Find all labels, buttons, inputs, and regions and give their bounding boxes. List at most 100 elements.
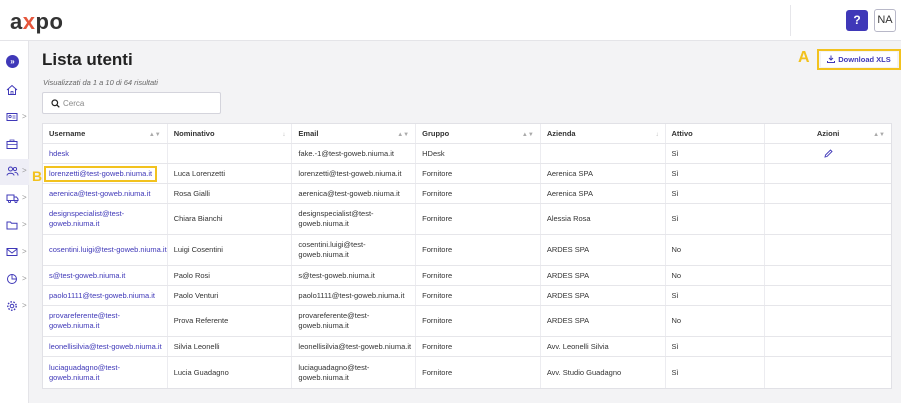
- username-link[interactable]: luciaguadagno@test-goweb.niuma.it: [49, 363, 167, 383]
- sidebar-item-chart[interactable]: >: [0, 267, 29, 293]
- cell-azioni: [765, 164, 891, 183]
- column-header-email[interactable]: Email ▲▼: [292, 124, 417, 143]
- username-link[interactable]: provareferente@test-goweb.niuma.it: [49, 311, 167, 331]
- sidebar-item-briefcase[interactable]: [0, 132, 29, 158]
- id-card-icon: [6, 113, 18, 121]
- cell-text: Fornitore: [422, 270, 453, 280]
- cell-text: Sì: [671, 188, 679, 198]
- cell-username[interactable]: designspecialist@test-goweb.niuma.it: [43, 204, 168, 234]
- cell-text: Sì: [671, 341, 679, 351]
- cell-azienda: Aerenica SPA: [541, 184, 666, 203]
- cell-username[interactable]: hdesk: [43, 144, 168, 163]
- table-row[interactable]: luciaguadagno@test-goweb.niuma.it Lucia G…: [43, 357, 891, 388]
- table-row[interactable]: aerenica@test-goweb.niuma.it Rosa Gialli a…: [43, 184, 891, 204]
- table-row[interactable]: leonellisilvia@test-goweb.niuma.it Silvia…: [43, 337, 891, 357]
- sidebar-item-folder[interactable]: >: [0, 213, 29, 239]
- username-link[interactable]: paolo1111@test-goweb.niuma.it: [49, 291, 155, 301]
- search-input[interactable]: [63, 96, 213, 111]
- cell-text: Fornitore: [422, 316, 453, 325]
- cell-text: luciaguadagno@test-goweb.niuma.it: [298, 362, 370, 382]
- sidebar-item-anagrafiche[interactable]: >: [0, 105, 29, 131]
- chevron-right-icon: >: [22, 112, 27, 121]
- double-chevron-right-icon[interactable]: »: [6, 55, 19, 68]
- cell-text: Rosa Gialli: [173, 188, 210, 198]
- cell-username[interactable]: lorenzetti@test-goweb.niuma.it: [43, 164, 168, 183]
- cell-azioni: [765, 357, 891, 388]
- cell-attivo: No: [666, 306, 766, 336]
- column-header-username[interactable]: Username ▲▼: [43, 124, 168, 143]
- axpo-logo[interactable]: axpo: [10, 9, 63, 35]
- column-header-gruppo[interactable]: Gruppo ▲▼: [416, 124, 541, 143]
- username-link[interactable]: s@test-goweb.niuma.it: [49, 271, 125, 281]
- cell-text: No: [671, 316, 682, 325]
- table-header: Username ▲▼ Nominativo ↓ Email ▲▼ Gruppo ▲▼ …: [43, 124, 891, 144]
- sort-icon: ▲▼: [521, 132, 534, 138]
- username-link[interactable]: lorenzetti@test-goweb.niuma.it: [44, 165, 158, 182]
- cell-text: Fornitore: [422, 214, 453, 223]
- cell-text: Luca Lorenzetti: [173, 168, 225, 178]
- column-header-azienda[interactable]: Azienda ↓: [541, 124, 666, 143]
- table-row[interactable]: lorenzetti@test-goweb.niuma.it Luca Loren…: [43, 164, 891, 184]
- table-row[interactable]: provareferente@test-goweb.niuma.it Prova …: [43, 306, 891, 337]
- sidebar-item-mail[interactable]: >: [0, 240, 29, 266]
- folder-icon: [6, 221, 18, 230]
- sidebar-item-home[interactable]: [0, 78, 29, 104]
- cell-email: paolo1111@test-goweb.niuma.it: [292, 286, 417, 305]
- cell-username[interactable]: provareferente@test-goweb.niuma.it: [43, 306, 168, 336]
- username-link[interactable]: hdesk: [49, 149, 69, 159]
- chart-icon: [7, 274, 17, 284]
- column-header-attivo[interactable]: Attivo: [666, 124, 766, 143]
- cell-username[interactable]: leonellisilvia@test-goweb.niuma.it: [43, 337, 168, 356]
- cell-text: No: [671, 245, 682, 254]
- sidebar-item-settings[interactable]: >: [0, 294, 29, 320]
- top-bar: axpo ? NA: [0, 0, 901, 41]
- cell-gruppo: Fornitore: [416, 235, 541, 265]
- column-header-nominativo[interactable]: Nominativo ↓: [168, 124, 293, 143]
- page-title: Lista utenti: [42, 50, 133, 69]
- username-link[interactable]: aerenica@test-goweb.niuma.it: [49, 189, 150, 199]
- cell-azioni: [765, 337, 891, 356]
- sidebar-item-users[interactable]: >: [0, 159, 29, 185]
- cell-text: s@test-goweb.niuma.it: [298, 270, 375, 280]
- cell-nominativo: Paolo Rosi: [168, 266, 293, 285]
- cell-azioni: [765, 306, 891, 336]
- cell-attivo: Sì: [666, 286, 766, 305]
- cell-username[interactable]: cosentini.luigi@test-goweb.niuma.it: [43, 235, 168, 265]
- cell-nominativo: [168, 144, 293, 163]
- username-link[interactable]: cosentini.luigi@test-goweb.niuma.it: [49, 245, 167, 255]
- username-link[interactable]: designspecialist@test-goweb.niuma.it: [49, 209, 167, 229]
- cell-username[interactable]: s@test-goweb.niuma.it: [43, 266, 168, 285]
- cell-azienda: [541, 144, 666, 163]
- cell-username[interactable]: aerenica@test-goweb.niuma.it: [43, 184, 168, 203]
- edit-pencil-icon[interactable]: [824, 149, 833, 158]
- user-menu-button[interactable]: NA: [874, 9, 896, 32]
- cell-azioni: [765, 235, 891, 265]
- table-row[interactable]: hdesk fake.-1@test-goweb.niuma.it HDesk Sì: [43, 144, 891, 164]
- sidebar-item-truck[interactable]: >: [0, 186, 29, 212]
- download-xls-button[interactable]: Download XLS: [821, 52, 897, 67]
- table-row[interactable]: s@test-goweb.niuma.it Paolo Rosi s@test-go…: [43, 266, 891, 286]
- users-table: Username ▲▼ Nominativo ↓ Email ▲▼ Gruppo ▲▼ …: [42, 123, 892, 389]
- cell-text: Paolo Venturi: [173, 290, 219, 300]
- cell-username[interactable]: luciaguadagno@test-goweb.niuma.it: [43, 357, 168, 388]
- search-box[interactable]: [42, 92, 221, 114]
- users-icon: [6, 166, 19, 176]
- cell-text: Aerenica SPA: [546, 168, 593, 178]
- cell-attivo: No: [666, 266, 766, 285]
- username-link[interactable]: leonellisilvia@test-goweb.niuma.it: [49, 342, 162, 352]
- cell-text: Lucia Guadagno: [173, 367, 229, 377]
- cell-text: Fornitore: [422, 188, 453, 198]
- table-row[interactable]: designspecialist@test-goweb.niuma.it Chia…: [43, 204, 891, 235]
- cell-text: Sì: [671, 148, 679, 158]
- cell-username[interactable]: paolo1111@test-goweb.niuma.it: [43, 286, 168, 305]
- cell-text: lorenzetti@test-goweb.niuma.it: [298, 168, 402, 178]
- sort-down-icon: ↓: [655, 132, 659, 138]
- cell-gruppo: Fornitore: [416, 204, 541, 234]
- table-row[interactable]: cosentini.luigi@test-goweb.niuma.it Luigi…: [43, 235, 891, 266]
- cell-azienda: Avv. Studio Guadagno: [541, 357, 666, 388]
- help-button[interactable]: ?: [846, 10, 868, 31]
- table-row[interactable]: paolo1111@test-goweb.niuma.it Paolo Ventu…: [43, 286, 891, 306]
- cell-text: ARDES SPA: [546, 316, 590, 325]
- cell-nominativo: Chiara Bianchi: [168, 204, 293, 234]
- cell-text: Prova Referente: [173, 316, 229, 325]
